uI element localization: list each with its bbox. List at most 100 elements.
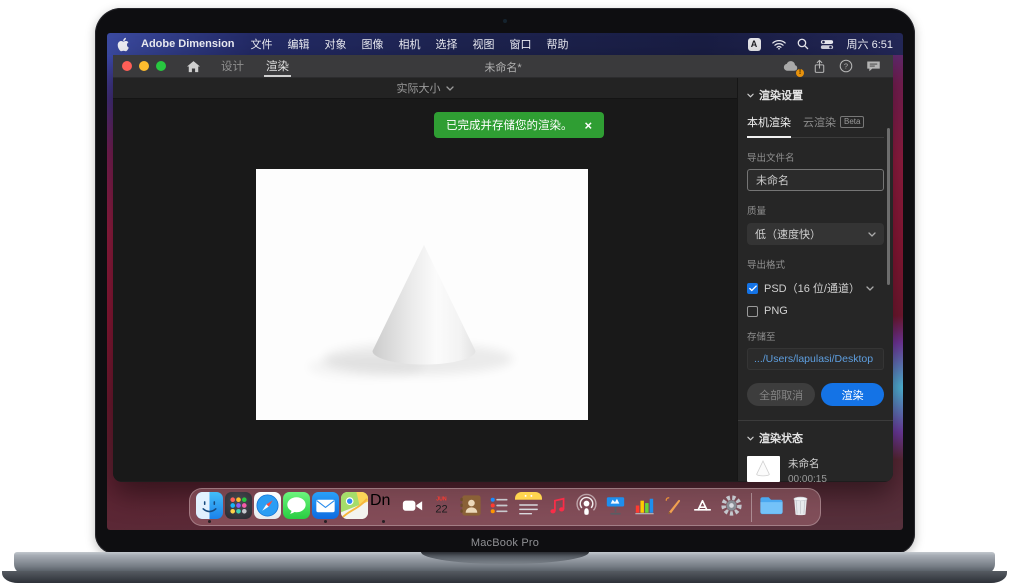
dock-icon-trash[interactable] [787,492,814,523]
macbook-device: Adobe Dimension 文件编辑对象图像相机选择视图窗口帮助 A 周六 … [0,0,1009,586]
mail-icon [312,492,339,519]
svg-text:22: 22 [435,503,447,515]
dock-icon-app-store[interactable] [689,492,716,523]
screen: Adobe Dimension 文件编辑对象图像相机选择视图窗口帮助 A 周六 … [107,33,903,530]
menu-item-5[interactable]: 相机 [399,36,421,52]
window-controls [113,61,166,71]
window-actions: ! ? [781,59,893,74]
dock-icon-maps[interactable] [341,492,368,523]
help-icon[interactable]: ? [839,59,853,73]
window-titlebar: 设计 渲染 未命名* ! ? [113,55,893,78]
tab-design[interactable]: 设计 [219,55,246,77]
system-preferences-icon [718,492,745,519]
dock-icon-keynote[interactable] [602,492,629,523]
macbook-base-lip [2,571,1007,583]
banner-close-icon[interactable]: × [585,118,593,133]
dock-icon-contacts[interactable] [457,492,484,523]
canvas-column: 实际大小 [113,78,737,481]
render-thumbnail [747,456,780,482]
apple-menu-icon[interactable] [117,37,129,52]
render-settings-header[interactable]: 渲染设置 [747,87,884,103]
checkbox-unchecked-icon[interactable] [747,306,758,317]
dock-icon-dimension[interactable]: Dn [370,492,397,523]
dock-separator [751,493,752,522]
chevron-down-icon[interactable] [866,282,874,294]
format-option-2[interactable]: PNG [747,305,884,317]
tab-local-render[interactable]: 本机渲染 [747,114,791,130]
tab-cloud-render[interactable]: 云渲染 Beta [803,114,864,130]
close-button[interactable] [122,61,132,71]
dimension-icon: Dn [370,492,397,519]
quality-select[interactable]: 低（速度快） [747,223,884,245]
dock-icon-downloads-folder[interactable] [758,492,785,523]
pages-icon [660,492,687,519]
panel-divider [738,420,893,421]
cancel-all-button[interactable]: 全部取消 [747,383,815,406]
panel-scrollbar[interactable] [887,128,890,285]
dock-icon-facetime[interactable] [399,492,426,523]
device-label: MacBook Pro [95,537,915,549]
save-path-field[interactable]: .../Users/lapulasi/Desktop [747,348,884,370]
desktop: 设计 渲染 未命名* ! ? [107,55,903,530]
menu-item-6[interactable]: 选择 [436,36,458,52]
dock-icon-notes[interactable] [515,492,542,523]
svg-text:?: ? [844,62,848,71]
dock-icon-numbers[interactable] [631,492,658,523]
render-status-item[interactable]: 未命名 00:00:15 [747,456,884,482]
control-center-icon[interactable] [820,39,834,50]
dock-icon-safari[interactable] [254,492,281,523]
dock-icon-calendar[interactable]: JUN22 [428,492,455,523]
dock-icon-reminders[interactable] [486,492,513,523]
menu-item-8[interactable]: 窗口 [510,36,532,52]
dimension-window: 设计 渲染 未命名* ! ? [113,55,893,482]
facetime-icon [399,492,426,519]
home-icon[interactable] [186,60,201,73]
reminders-icon [486,492,513,519]
render-button[interactable]: 渲染 [821,383,884,406]
render-status-header[interactable]: 渲染状态 [747,430,884,446]
minimize-button[interactable] [139,61,149,71]
export-filename-input[interactable]: 未命名 [747,169,884,191]
menu-item-2[interactable]: 编辑 [288,36,310,52]
format-option-label: PNG [764,305,788,317]
wifi-icon[interactable] [772,39,786,50]
warning-badge: ! [796,69,804,77]
dock-icon-pages[interactable] [660,492,687,523]
spotlight-icon[interactable] [797,38,809,50]
tab-render[interactable]: 渲染 [264,55,291,77]
running-indicator-dot [382,520,385,523]
share-icon[interactable] [813,59,826,74]
zoom-level-control[interactable]: 实际大小 [113,78,737,99]
sync-warning-icon[interactable]: ! [781,59,800,74]
dock-icon-messages[interactable] [283,492,310,523]
app-store-icon [689,492,716,519]
zoom-button[interactable] [156,61,166,71]
dock-icon-finder[interactable] [196,492,223,523]
render-settings-panel: 渲染设置 本机渲染 云渲染 Beta 导出文件名 未命名 [737,78,893,481]
app-menu-name[interactable]: Adobe Dimension [141,38,235,50]
dock-icon-system-preferences[interactable] [718,492,745,523]
menu-bar: Adobe Dimension 文件编辑对象图像相机选择视图窗口帮助 A 周六 … [107,33,903,55]
export-format-options: PSD（16 位/通道） PNG [747,280,884,317]
lid-opening-scoop [421,552,589,564]
rendered-cone-image [256,169,588,420]
dock-icon-podcasts[interactable] [573,492,600,523]
feedback-icon[interactable] [866,60,881,73]
checkbox-checked-icon[interactable] [747,283,758,294]
export-filename-label: 导出文件名 [747,150,884,164]
notes-icon [515,492,542,519]
menu-item-7[interactable]: 视图 [473,36,495,52]
dock-icon-music[interactable] [544,492,571,523]
menu-item-1[interactable]: 文件 [251,36,273,52]
dock-icon-mail[interactable] [312,492,339,523]
menu-item-4[interactable]: 图像 [362,36,384,52]
render-canvas [113,99,737,481]
format-option-1[interactable]: PSD（16 位/通道） [747,280,884,296]
menu-bar-status: A 周六 6:51 [748,36,893,52]
menu-clock[interactable]: 周六 6:51 [847,36,893,52]
finder-icon [196,492,223,519]
input-source-icon[interactable]: A [748,38,761,51]
dock-icon-launchpad[interactable] [225,492,252,523]
menu-item-9[interactable]: 帮助 [547,36,569,52]
menu-item-3[interactable]: 对象 [325,36,347,52]
